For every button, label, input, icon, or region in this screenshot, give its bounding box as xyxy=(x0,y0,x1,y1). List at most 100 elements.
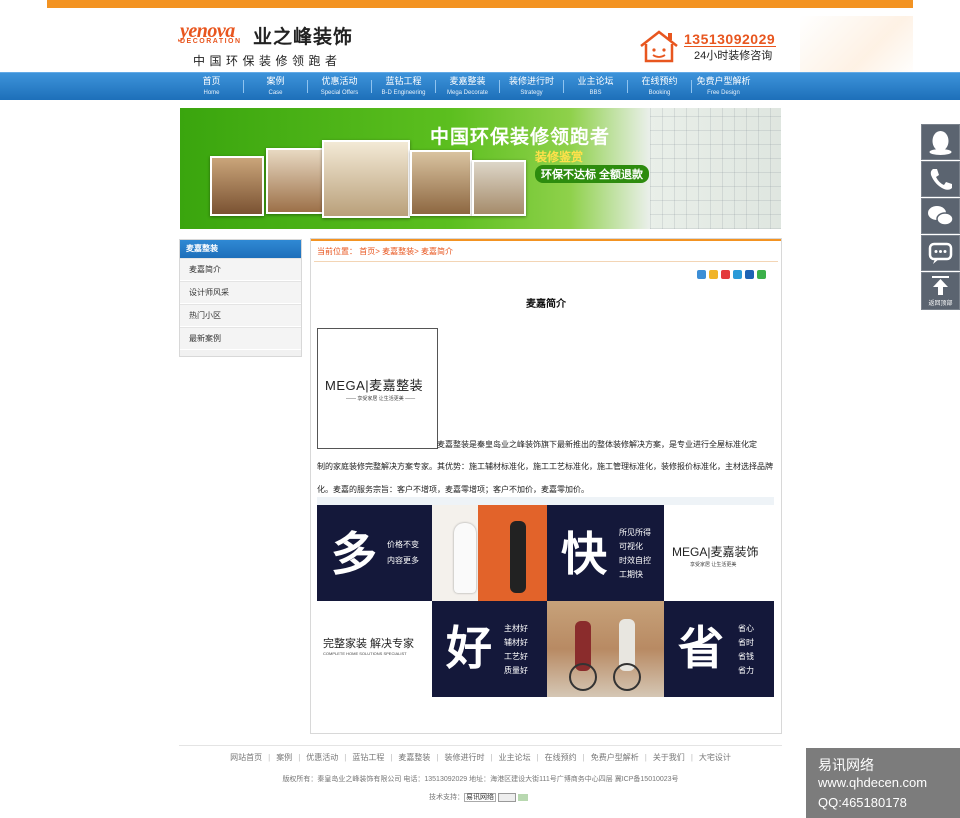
grid-text: 主材好 xyxy=(504,624,528,633)
grid-big-good: 好 xyxy=(446,622,492,674)
bicycle-wheel xyxy=(613,663,641,691)
bride-figure xyxy=(454,523,476,593)
footer-link[interactable]: 案例 xyxy=(276,753,292,762)
top-orange-bar xyxy=(47,0,913,8)
wechat-button[interactable] xyxy=(921,198,960,234)
logo-cn: 业之峰装饰 xyxy=(253,27,354,48)
nav-item-label: 首页 xyxy=(202,76,221,86)
banner-title: 中国环保装修领跑者 xyxy=(430,127,611,148)
grid-text: 辅材好 xyxy=(504,638,528,647)
footer-separator: | xyxy=(644,753,647,762)
copyright: 版权所有：秦皇岛业之峰装饰有限公司 电话：13513092029 地址：海港区建… xyxy=(282,776,679,783)
share-wechat-icon[interactable] xyxy=(757,270,766,279)
nav-item[interactable]: 免费户型解析 Free Design xyxy=(692,73,755,100)
panel-accent xyxy=(311,239,781,241)
share-renren-icon[interactable] xyxy=(745,270,754,279)
share-tencent-icon[interactable] xyxy=(733,270,742,279)
share-weibo-icon[interactable] xyxy=(721,270,730,279)
site-logo[interactable]: yenova DECORATION 业之峰装饰 xyxy=(180,21,352,48)
content-panel: 当前位置： 首页> 麦嘉整装> 麦嘉简介 麦嘉简介 MEGA|麦嘉整装 —— 享… xyxy=(310,238,782,734)
main-nav: 首页 Home 案例 Case 优惠活动 Special Offers 蓝钻工程 B-D En… xyxy=(0,72,960,100)
footer-link[interactable]: 在线预约 xyxy=(545,753,577,762)
intro-text-first-line: 麦嘉整装是秦皇岛业之峰装饰旗下最新推出的整体装修解决方案，是专业进行全屋标准化定 xyxy=(437,440,757,449)
nav-item[interactable]: 首页 Home xyxy=(180,73,243,100)
sidebar-title: 麦嘉整装 xyxy=(180,240,301,258)
grid-cell-fast: 快 所见所得 可视化 时效自控 工期快 xyxy=(547,505,664,601)
grid-text: 省力 xyxy=(738,666,754,675)
nav-item-label: 装修进行时 xyxy=(508,76,554,86)
stat-badge-icon[interactable] xyxy=(517,793,528,801)
hero-banner: 中国环保装修领跑者 装修鉴赏 环保不达标 全额退款 xyxy=(180,108,781,229)
sidebar-item-latest-cases[interactable]: 最新案例 xyxy=(180,327,301,350)
share-qzone-icon[interactable] xyxy=(709,270,718,279)
grid-logo-text: MEGA|麦嘉装饰 xyxy=(672,545,759,559)
footer-link[interactable]: 麦嘉整装 xyxy=(398,753,430,762)
hotline-phone: 13513092029 xyxy=(684,31,776,47)
footer-separator: | xyxy=(490,753,493,762)
mega-logo-text: MEGA|麦嘉整装 xyxy=(325,378,424,393)
nav-item-sublabel: Free Design xyxy=(707,90,740,96)
footer-link[interactable]: 免费户型解析 xyxy=(591,753,639,762)
footer-link[interactable]: 蓝钻工程 xyxy=(352,753,384,762)
footer-separator: | xyxy=(582,753,585,762)
sidebar-item-communities[interactable]: 热门小区 xyxy=(180,304,301,327)
footer-link[interactable]: 大宅设计 xyxy=(699,753,731,762)
nav-item-label: 优惠活动 xyxy=(321,76,358,86)
grid-text: 时效自控 xyxy=(619,556,651,565)
qq-button[interactable] xyxy=(921,124,960,160)
watermark-qq: QQ:465180178 xyxy=(818,795,907,810)
grid-text: 工期快 xyxy=(619,570,643,579)
footer-separator: | xyxy=(436,753,439,762)
nav-item-sublabel: Mega Decorate xyxy=(446,90,489,96)
feature-image-grid: 多 价格不变 内容更多 快 所见所得 可视化 时效自控 工期快 MEGA|麦嘉装… xyxy=(317,505,774,697)
footer-link[interactable]: 关于我们 xyxy=(653,753,685,762)
sidebar-item-designers[interactable]: 设计师风采 xyxy=(180,281,301,304)
arrow-up-icon xyxy=(932,276,949,295)
breadcrumb[interactable]: 当前位置： 首页> 麦嘉整装> 麦嘉简介 xyxy=(317,246,453,257)
grid-big-more: 多 xyxy=(331,528,377,580)
banner-subtitle: 装修鉴赏 xyxy=(535,150,584,164)
footer-links: 网站首页 | 案例 | 优惠活动 | 蓝钻工程 | 麦嘉整装 | 装修进行时 | 业主论坛 | 在线预约 | 免… xyxy=(179,752,782,763)
bicycle-wheel xyxy=(569,663,597,691)
footer-link[interactable]: 装修进行时 xyxy=(445,753,485,762)
nav-items: 首页 Home 案例 Case 优惠活动 Special Offers 蓝钻工程 B-D En… xyxy=(180,73,780,100)
footer-link[interactable]: 优惠活动 xyxy=(306,753,338,762)
phone-button[interactable] xyxy=(921,161,960,197)
nav-item-label: 在线预约 xyxy=(641,76,678,86)
nav-item[interactable]: 案例 Case xyxy=(244,73,307,100)
grid-big-fast: 快 xyxy=(561,528,607,580)
watermark: 易讯网络 www.qhdecen.com QQ:465180178 xyxy=(806,748,960,818)
article-title: 麦嘉简介 xyxy=(526,299,566,310)
mega-logo-image: MEGA|麦嘉整装 —— 享受家居 让生活更美 —— xyxy=(317,328,438,449)
tech-support: 技术支持： 易讯网络 xyxy=(429,792,528,802)
back-to-top-button[interactable]: 返回顶部 xyxy=(921,272,960,310)
site-header: yenova DECORATION 业之峰装饰 中国环保装修领跑者 135130… xyxy=(0,8,960,79)
grid-cell-good: 好 主材好 辅材好 工艺好 质量好 xyxy=(432,601,547,697)
nav-item[interactable]: 业主论坛 BBS xyxy=(564,73,627,100)
footer-link[interactable]: 业主论坛 xyxy=(499,753,531,762)
solutions-title: 完整家装 解决专家 xyxy=(323,638,415,650)
floating-contact-bar: 返回顶部 xyxy=(921,124,960,310)
support-link[interactable]: 易讯网络 xyxy=(464,793,496,802)
breadcrumb-divider xyxy=(314,261,778,262)
grid-text: 省钱 xyxy=(738,652,754,661)
nav-item[interactable]: 蓝钻工程 B-D Engineering xyxy=(372,73,435,100)
support-label: 技术支持： xyxy=(429,794,464,801)
hotline-text: 24小时装修咨询 xyxy=(694,50,773,62)
grid-cell-solutions: 完整家装 解决专家 COMPLETE HOME SOLUTIONS SPECIA… xyxy=(317,601,432,697)
grid-text: 省时 xyxy=(738,638,754,647)
message-button[interactable] xyxy=(921,235,960,271)
footer-link[interactable]: 网站首页 xyxy=(230,753,262,762)
back-to-top-label: 返回顶部 xyxy=(928,301,953,307)
grid-text: 内容更多 xyxy=(387,556,419,565)
nav-item[interactable]: 装修进行时 Strategy xyxy=(500,73,563,100)
cnzz-badge-icon[interactable] xyxy=(497,792,516,802)
banner-photo xyxy=(322,140,410,218)
footer-separator: | xyxy=(390,753,393,762)
share-more-icon[interactable] xyxy=(697,270,706,279)
house-phone-icon xyxy=(640,30,678,63)
nav-item[interactable]: 优惠活动 Special Offers xyxy=(308,73,371,100)
nav-item[interactable]: 在线预约 Booking xyxy=(628,73,691,100)
sidebar-item-intro[interactable]: 麦嘉简介 xyxy=(180,258,301,281)
nav-item[interactable]: 麦嘉整装 Mega Decorate xyxy=(436,73,499,100)
